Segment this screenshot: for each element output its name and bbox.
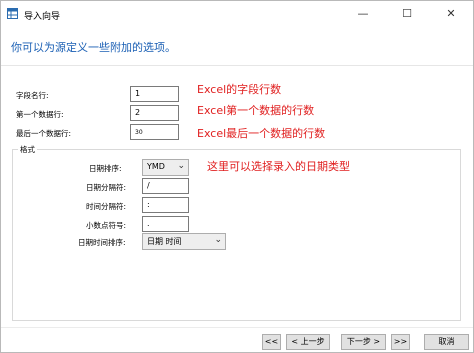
date-order-label: 日期排序: xyxy=(89,164,122,173)
window-title: 导入向导 xyxy=(24,12,61,22)
header-divider xyxy=(1,65,473,66)
chevron-down-icon: ⌄ xyxy=(214,235,222,245)
date-order-annotation: 这里可以选择录入的日期类型 xyxy=(207,160,350,173)
last-data-row-input[interactable]: 30 xyxy=(130,124,179,140)
first-data-row-label: 第一个数据行: xyxy=(16,110,64,119)
cancel-button[interactable]: 取消 xyxy=(424,334,469,350)
import-wizard-window: 导入向导 — ☐ ✕ 你可以为源定义一些附加的选项。 字段名行: 1 Excel… xyxy=(0,0,474,353)
previous-button[interactable]: < 上一步 xyxy=(286,334,330,350)
time-separator-input[interactable]: : xyxy=(142,197,189,213)
date-order-value: YMD xyxy=(147,162,165,171)
time-separator-label: 时间分隔符: xyxy=(86,202,127,211)
close-button[interactable]: ✕ xyxy=(429,1,473,29)
first-data-row-annotation: Excel第一个数据的行数 xyxy=(197,104,315,117)
last-data-row-label: 最后一个数据行: xyxy=(16,129,72,138)
format-group-legend: 格式 xyxy=(18,144,37,155)
field-name-row-annotation: Excel的字段行数 xyxy=(197,83,282,96)
date-separator-label: 日期分隔符: xyxy=(86,183,127,192)
date-separator-input[interactable]: / xyxy=(142,178,189,194)
chevron-down-icon: ⌄ xyxy=(177,161,185,171)
next-button[interactable]: 下一步 > xyxy=(341,334,386,350)
last-data-row-annotation: Excel最后一个数据的行数 xyxy=(197,127,326,140)
minimize-button[interactable]: — xyxy=(341,1,385,29)
format-groupbox xyxy=(12,149,461,321)
date-order-select[interactable]: YMD ⌄ xyxy=(142,159,189,176)
last-step-button[interactable]: >> xyxy=(391,334,410,350)
maximize-button[interactable]: ☐ xyxy=(385,1,429,29)
footer-divider xyxy=(1,327,473,328)
datetime-order-select[interactable]: 日期 时间 ⌄ xyxy=(142,233,226,250)
datetime-order-label: 日期时间排序: xyxy=(78,238,126,247)
first-step-button[interactable]: << xyxy=(262,334,281,350)
decimal-symbol-input[interactable]: . xyxy=(142,216,189,232)
title-bar: 导入向导 — ☐ ✕ xyxy=(1,1,473,29)
field-name-row-input[interactable]: 1 xyxy=(130,86,179,102)
field-name-row-label: 字段名行: xyxy=(16,91,49,100)
page-heading: 你可以为源定义一些附加的选项。 xyxy=(11,41,176,54)
decimal-symbol-label: 小数点符号: xyxy=(86,221,127,230)
datetime-order-value: 日期 时间 xyxy=(147,237,182,246)
table-icon xyxy=(7,8,18,19)
first-data-row-input[interactable]: 2 xyxy=(130,105,179,121)
